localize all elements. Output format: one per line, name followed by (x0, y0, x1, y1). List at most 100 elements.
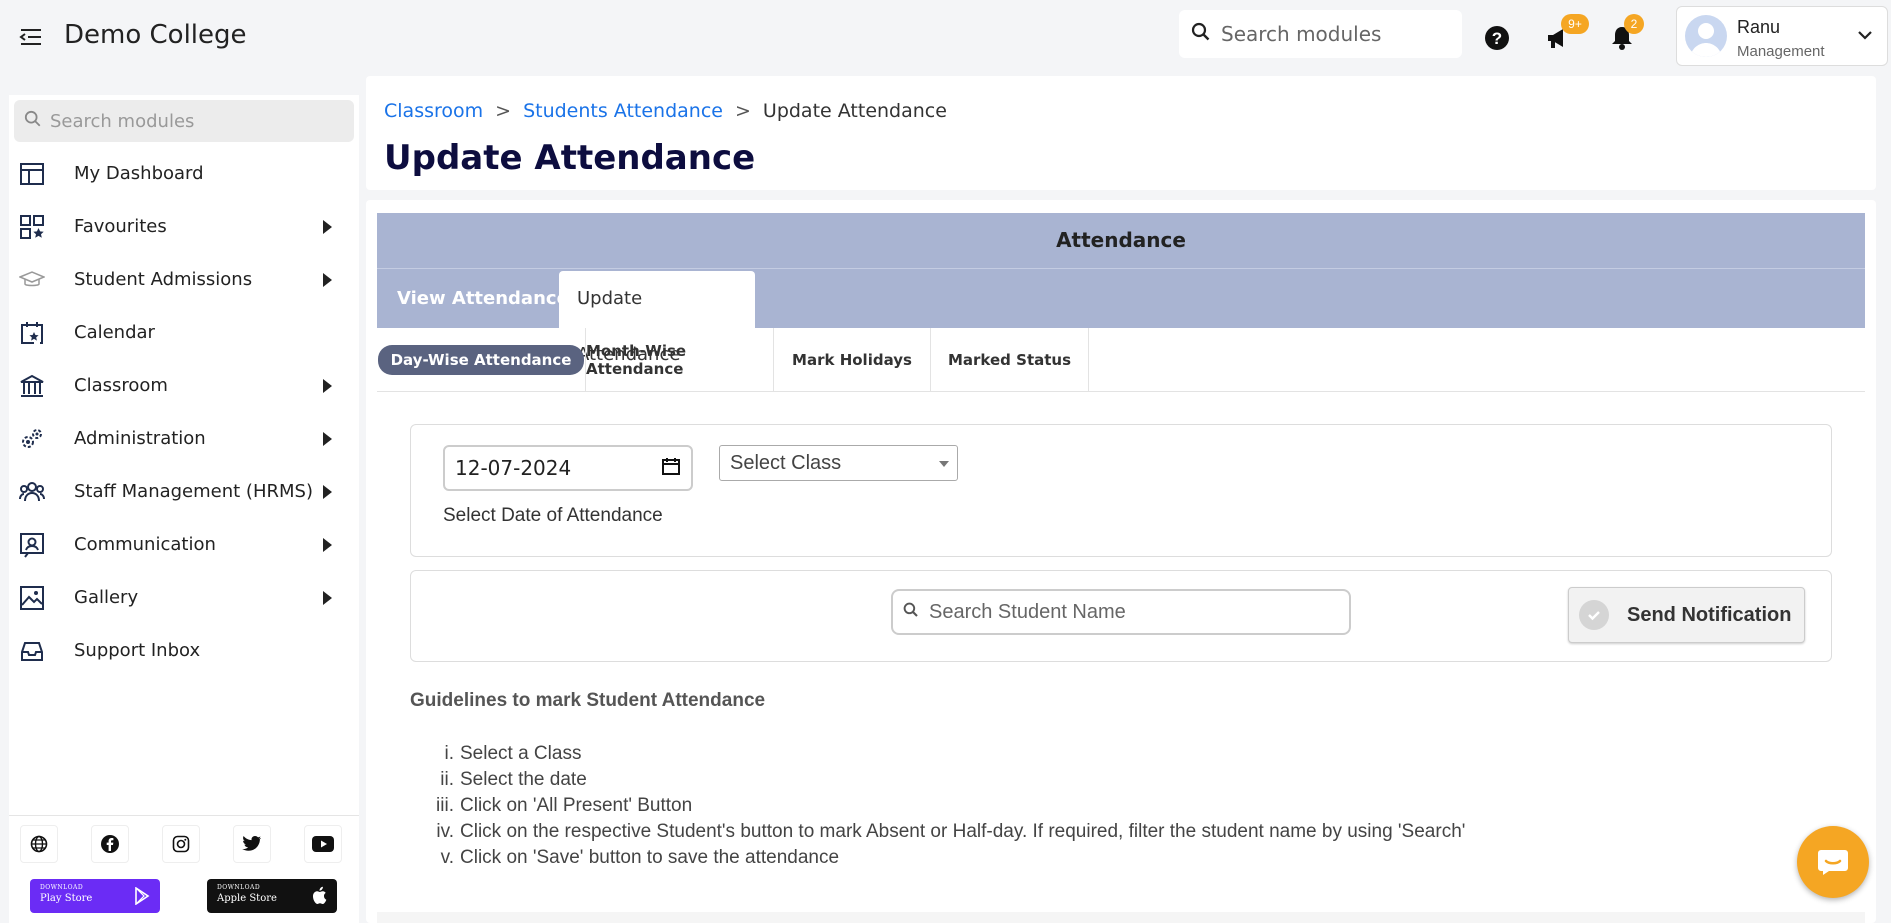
sidebar-item-my-dashboard[interactable]: My Dashboard (9, 147, 359, 200)
facebook-icon[interactable] (91, 825, 129, 863)
subtab-day-wise-label: Day-Wise Attendance (377, 345, 585, 375)
caret-right-icon (323, 537, 332, 552)
sidebar-item-staff-management[interactable]: Staff Management (HRMS) (9, 465, 359, 518)
gallery-icon (19, 585, 45, 611)
play-store-small-text: DOWNLOAD (40, 884, 84, 891)
user-menu[interactable]: Ranu Management (1676, 6, 1888, 66)
sidebar-item-label: Favourites (74, 216, 167, 237)
subtab-mark-holidays[interactable]: Mark Holidays (774, 328, 931, 392)
app-title: Demo College (64, 20, 247, 50)
apple-store-small-text: DOWNLOAD (217, 884, 261, 891)
search-icon (1191, 22, 1211, 47)
avatar (1685, 15, 1727, 57)
tab-update-attendance[interactable]: Update Attendance (559, 271, 755, 365)
instagram-icon[interactable] (162, 825, 200, 863)
sidebar-item-classroom[interactable]: Classroom (9, 359, 359, 412)
sidebar-item-label: Calendar (74, 322, 155, 343)
list-item-text: Select the date (460, 769, 587, 790)
announcement-badge: 9+ (1561, 14, 1589, 34)
globe-icon[interactable] (20, 825, 58, 863)
list-item: i. Select a Class (410, 741, 1465, 767)
class-select[interactable]: Select Class (719, 445, 958, 481)
class-select-value: Select Class (730, 452, 842, 474)
sidebar-item-gallery[interactable]: Gallery (9, 571, 359, 624)
apple-store-badge[interactable]: DOWNLOAD Apple Store (207, 879, 337, 913)
student-search-panel: Send Notification (410, 570, 1832, 662)
inbox-icon (19, 638, 45, 664)
subtab-month-wise[interactable]: Month-Wise Attendance (586, 328, 774, 392)
twitter-icon[interactable] (233, 825, 271, 863)
calendar-icon (661, 456, 681, 481)
attendance-date-input[interactable]: 12-07-2024 (443, 445, 693, 491)
communication-icon (19, 532, 45, 558)
attendance-header: Attendance (377, 213, 1865, 268)
apple-icon (312, 886, 327, 904)
play-store-text: Play Store (40, 893, 93, 904)
sidebar-item-student-admissions[interactable]: Student Admissions (9, 253, 359, 306)
top-search-box[interactable] (1179, 10, 1462, 58)
subtab-marked-status[interactable]: Marked Status (931, 328, 1089, 392)
list-item-text: Select a Class (460, 743, 582, 764)
send-notification-button[interactable]: Send Notification (1568, 587, 1805, 643)
panel-bottom-strip (377, 912, 1865, 923)
tab-view-attendance[interactable]: View Attendance (379, 271, 587, 329)
list-item-number: iii. (436, 795, 454, 816)
caret-right-icon (323, 378, 332, 393)
play-icon (135, 887, 150, 905)
breadcrumb-separator: > (734, 100, 751, 122)
list-item-text: Click on 'All Present' Button (460, 795, 693, 816)
list-item-number: ii. (440, 769, 454, 790)
list-item-text: Click on the respective Student's button… (460, 821, 1466, 842)
sidebar-item-favourites[interactable]: Favourites (9, 200, 359, 253)
sidebar: My Dashboard Favourites Student Admissio… (9, 95, 359, 923)
sidebar-item-label: My Dashboard (74, 163, 204, 184)
help-icon[interactable]: ? (1484, 25, 1510, 56)
sidebar-item-administration[interactable]: Administration (9, 412, 359, 465)
graduation-cap-icon (18, 267, 46, 293)
top-search-input[interactable] (1221, 22, 1441, 46)
attendance-tabs: View Attendance Update Attendance (377, 268, 1865, 365)
list-item-text: Click on 'Save' button to save the atten… (460, 847, 840, 868)
page-header: Classroom > Students Attendance > Update Att… (366, 76, 1876, 190)
guidelines-title: Guidelines to mark Student Attendance (410, 690, 766, 711)
page-title: Update Attendance (384, 138, 756, 178)
breadcrumb-current: Update Attendance (762, 100, 947, 122)
list-item: v. Click on 'Save' button to save the att… (410, 845, 1465, 871)
sidebar-item-support-inbox[interactable]: Support Inbox (9, 624, 359, 677)
chat-icon (1818, 850, 1848, 875)
breadcrumb-separator: > (495, 100, 512, 122)
svg-text:?: ? (1492, 29, 1502, 48)
sidebar-footer-divider (9, 815, 359, 816)
attendance-panel: Attendance View Attendance Update Attend… (366, 200, 1876, 923)
guidelines-list: i. Select a Class ii. Select the date iii.… (410, 741, 1465, 871)
sidebar-item-label: Support Inbox (74, 640, 201, 661)
calendar-icon (19, 320, 45, 346)
caret-right-icon (323, 272, 332, 287)
sidebar-search-input[interactable] (50, 110, 330, 132)
chat-widget-button[interactable] (1797, 826, 1869, 898)
breadcrumb-classroom-link[interactable]: Classroom (384, 100, 483, 122)
caret-down-icon (939, 461, 949, 467)
breadcrumb-students-attendance-link[interactable]: Students Attendance (523, 100, 723, 122)
caret-right-icon (323, 219, 332, 234)
favourites-icon (19, 214, 45, 240)
student-search-input[interactable] (929, 600, 1329, 624)
classroom-icon (19, 373, 45, 399)
play-store-badge[interactable]: DOWNLOAD Play Store (30, 879, 160, 913)
student-search-box[interactable] (891, 589, 1351, 635)
breadcrumb: Classroom > Students Attendance > Update Att… (384, 100, 947, 122)
sidebar-item-label: Gallery (74, 587, 139, 608)
staff-icon (19, 479, 45, 505)
sidebar-item-communication[interactable]: Communication (9, 518, 359, 571)
subtab-day-wise[interactable]: Day-Wise Attendance (377, 328, 586, 392)
youtube-icon[interactable] (304, 825, 342, 863)
list-item-number: v. (440, 847, 454, 868)
menu-toggle-icon[interactable] (18, 25, 44, 51)
list-item: ii. Select the date (410, 767, 1465, 793)
sidebar-search-box[interactable] (14, 100, 354, 142)
chevron-down-icon (1857, 27, 1873, 48)
sidebar-item-calendar[interactable]: Calendar (9, 306, 359, 359)
apple-store-text: Apple Store (217, 893, 277, 904)
sidebar-item-label: Communication (74, 534, 216, 555)
list-item-number: i. (444, 743, 455, 764)
